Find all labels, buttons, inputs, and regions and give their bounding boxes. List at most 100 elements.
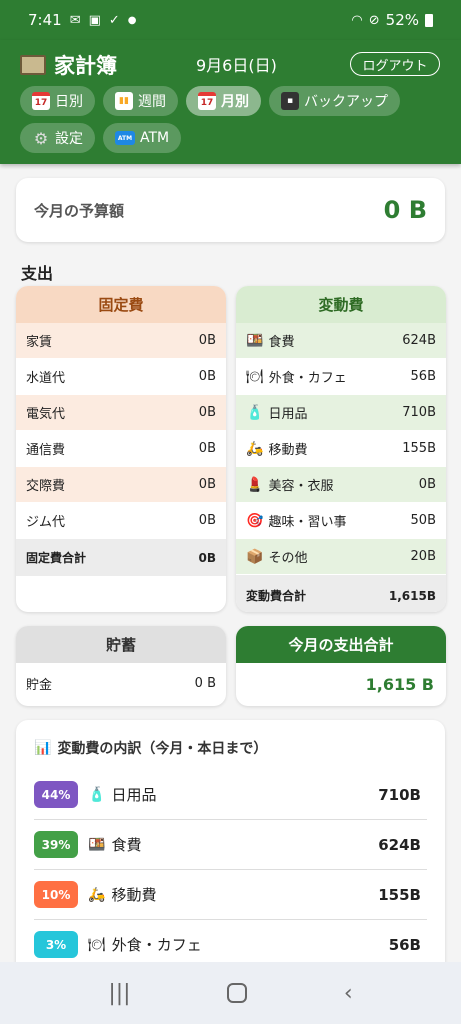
- plate-icon: 🍽: [246, 368, 264, 385]
- fixed-item-name: 電気代: [26, 407, 66, 422]
- variable-item-name: 食費: [268, 335, 295, 350]
- bottle-icon: 🧴: [246, 404, 264, 421]
- variable-row-transport[interactable]: 🛵 移動費 155B: [236, 431, 446, 467]
- logout-button[interactable]: ログアウト: [350, 52, 440, 76]
- fixed-row-social[interactable]: 交際費 0B: [16, 467, 226, 503]
- breakdown-name: 日用品: [111, 786, 157, 804]
- variable-item-name: 趣味・習い事: [268, 515, 347, 530]
- variable-item-value: 624B: [402, 333, 436, 348]
- app-icon: ✓: [108, 12, 120, 28]
- system-nav-bar: ||| ‹: [0, 962, 461, 1024]
- variable-row-beauty[interactable]: 💄 美容・衣服 0B: [236, 467, 446, 503]
- percent-badge: 39%: [34, 831, 78, 858]
- scooter-icon: 🛵: [246, 440, 264, 457]
- variable-row-other[interactable]: 📦 その他 20B: [236, 539, 446, 575]
- tab-monthly-label: 月別: [221, 94, 249, 110]
- book-icon: [20, 55, 46, 75]
- nav-row-2: ⚙ 設定 ATM ATM: [20, 123, 182, 153]
- tab-settings[interactable]: ⚙ 設定: [20, 123, 95, 153]
- recent-apps-button[interactable]: |||: [108, 981, 130, 1006]
- battery-icon: [425, 13, 433, 27]
- home-button[interactable]: [227, 983, 248, 1003]
- fixed-item-name: ジム代: [26, 515, 66, 530]
- bento-icon: 🍱: [246, 332, 264, 349]
- status-time: 7:41: [28, 11, 62, 29]
- fixed-item-name: 家賃: [26, 335, 53, 350]
- gear-icon: ⚙: [33, 128, 49, 148]
- back-button[interactable]: ‹: [344, 981, 353, 1006]
- savings-value: 0 B: [194, 675, 216, 691]
- lipstick-icon: 💄: [246, 476, 264, 493]
- variable-item-name: 外食・カフェ: [268, 371, 347, 386]
- fixed-total-row: 固定費合計 0B: [16, 539, 226, 577]
- scooter-icon: 🛵: [88, 886, 106, 903]
- target-icon: 🎯: [246, 512, 264, 529]
- current-date: 9月6日(日): [196, 56, 277, 75]
- percent-badge: 44%: [34, 781, 78, 808]
- fixed-row-water[interactable]: 水道代 0B: [16, 359, 226, 395]
- variable-row-hobby[interactable]: 🎯 趣味・習い事 50B: [236, 503, 446, 539]
- variable-row-dining[interactable]: 🍽 外食・カフェ 56B: [236, 359, 446, 395]
- tab-daily-label: 日別: [55, 94, 83, 110]
- savings-card: 貯蓄 貯金 0 B: [16, 626, 226, 706]
- variable-total-label: 変動費合計: [246, 589, 307, 603]
- tab-monthly[interactable]: 17 月別: [186, 86, 261, 116]
- fixed-item-value: 0B: [198, 477, 216, 492]
- variable-item-value: 50B: [410, 513, 436, 528]
- month-total-value: 1,615 B: [365, 675, 434, 694]
- fixed-item-value: 0B: [198, 369, 216, 384]
- dnd-icon: ⊘: [368, 12, 380, 28]
- breakdown-value: 710B: [378, 785, 421, 804]
- tab-weekly[interactable]: ▮▮ 週間: [103, 86, 178, 116]
- bar-chart-icon: 📊: [34, 740, 52, 756]
- tab-atm-label: ATM: [140, 130, 170, 146]
- bar-chart-icon: ▮▮: [115, 92, 133, 110]
- breakdown-title: 📊 変動費の内訳（今月・本日まで）: [34, 738, 267, 758]
- app-header: 家計簿 9月6日(日) ログアウト 17 日別 ▮▮ 週間 17 月別 ▪ バッ…: [0, 40, 461, 164]
- package-icon: 📦: [246, 548, 264, 565]
- variable-item-name: 日用品: [268, 407, 308, 422]
- variable-item-value: 0B: [418, 477, 436, 492]
- month-total-header: 今月の支出合計: [236, 626, 446, 663]
- fixed-row-rent[interactable]: 家賃 0B: [16, 323, 226, 359]
- tab-settings-label: 設定: [55, 131, 83, 147]
- atm-icon: ATM: [115, 131, 135, 145]
- variable-item-value: 710B: [402, 405, 436, 420]
- variable-row-daily-goods[interactable]: 🧴 日用品 710B: [236, 395, 446, 431]
- savings-row[interactable]: 貯金 0 B: [16, 663, 226, 703]
- fixed-item-name: 通信費: [26, 443, 66, 458]
- app-title: 家計簿: [54, 54, 117, 78]
- fixed-row-telecom[interactable]: 通信費 0B: [16, 431, 226, 467]
- fixed-total-label: 固定費合計: [26, 551, 87, 565]
- tab-backup-label: バックアップ: [304, 94, 388, 110]
- fixed-item-name: 水道代: [26, 371, 66, 386]
- breakdown-name: 食費: [111, 836, 142, 854]
- variable-row-food[interactable]: 🍱 食費 624B: [236, 323, 446, 359]
- variable-item-name: 美容・衣服: [268, 479, 334, 494]
- savings-header: 貯蓄: [16, 626, 226, 663]
- tab-backup[interactable]: ▪ バックアップ: [269, 86, 400, 116]
- fixed-row-gym[interactable]: ジム代 0B: [16, 503, 226, 539]
- breakdown-row: 44% 🧴 日用品 710B: [34, 770, 427, 820]
- variable-cost-header: 変動費: [236, 286, 446, 323]
- breakdown-row: 39% 🍱 食費 624B: [34, 820, 427, 870]
- variable-item-value: 155B: [402, 441, 436, 456]
- breakdown-card: 📊 変動費の内訳（今月・本日まで） 44% 🧴 日用品 710B 39% 🍱 食費 …: [16, 720, 445, 980]
- calendar-icon: 17: [198, 92, 216, 110]
- breakdown-value: 56B: [388, 935, 421, 954]
- fixed-item-value: 0B: [198, 513, 216, 528]
- variable-total-value: 1,615B: [388, 588, 436, 603]
- tab-daily[interactable]: 17 日別: [20, 86, 95, 116]
- budget-label: 今月の予算額: [34, 201, 125, 220]
- percent-badge: 3%: [34, 931, 78, 958]
- bottle-icon: 🧴: [88, 786, 106, 803]
- fixed-row-electricity[interactable]: 電気代 0B: [16, 395, 226, 431]
- variable-item-name: 移動費: [268, 443, 308, 458]
- tab-atm[interactable]: ATM ATM: [103, 123, 182, 153]
- fixed-item-value: 0B: [198, 441, 216, 456]
- fixed-cost-panel: 固定費 家賃 0B 水道代 0B 電気代 0B 通信費 0B 交際費 0B ジム代 0B 固…: [16, 286, 226, 612]
- battery-percent: 52%: [385, 11, 419, 29]
- breakdown-name: 移動費: [111, 886, 157, 904]
- status-bar: 7:41 ✉ ▣ ✓ ● ◠ ⊘ 52%: [0, 0, 461, 40]
- floppy-disk-icon: ▪: [281, 92, 299, 110]
